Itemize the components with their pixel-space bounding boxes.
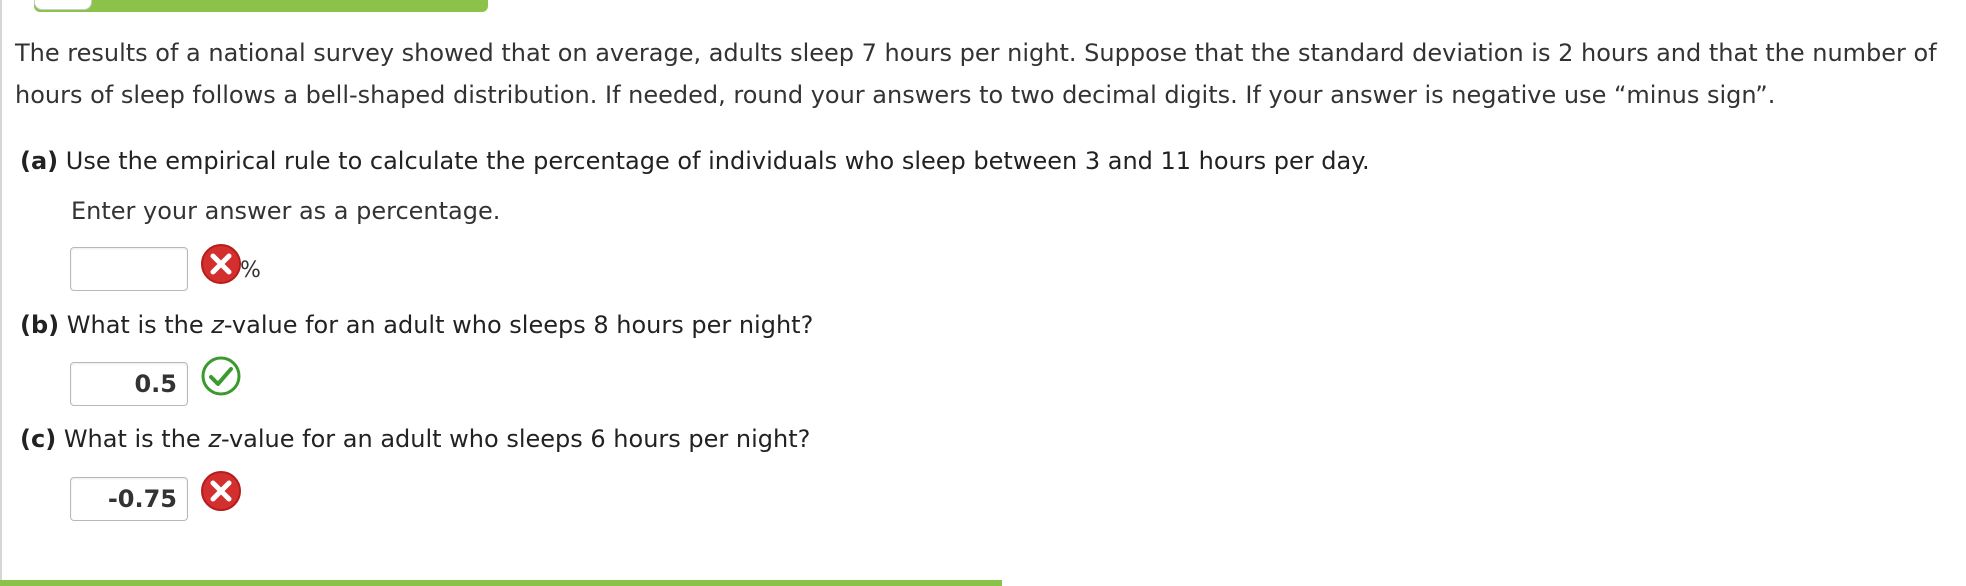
- top-progress-tab: [34, 0, 488, 12]
- question-a-text: Use the empirical rule to calculate the …: [65, 147, 1370, 175]
- x-circle-icon: [201, 471, 241, 511]
- question-b: (b) What is the z-value for an adult who…: [20, 310, 813, 340]
- check-circle-icon: [201, 356, 241, 396]
- problem-statement-line-2: hours of sleep follows a bell-shaped dis…: [15, 81, 1776, 109]
- question-c-text-post: -value for an adult who sleeps 6 hours p…: [220, 425, 811, 453]
- question-c-label: (c): [20, 425, 57, 453]
- question-c: (c) What is the z-value for an adult who…: [20, 424, 810, 454]
- question-b-label: (b): [20, 311, 60, 339]
- top-tab-knob: [34, 0, 92, 10]
- question-b-text-pre: What is the: [66, 311, 212, 339]
- question-a: (a) Use the empirical rule to calculate …: [20, 146, 1370, 176]
- x-circle-icon: [201, 244, 241, 284]
- question-a-label: (a): [20, 147, 59, 175]
- question-b-text-post: -value for an adult who sleeps 8 hours p…: [223, 311, 814, 339]
- problem-statement-line-1: The results of a national survey showed …: [15, 39, 1937, 67]
- panel-left-border: [0, 0, 2, 586]
- question-b-variable: z: [211, 311, 224, 339]
- question-a-note: Enter your answer as a percentage.: [71, 197, 501, 225]
- answer-c-input[interactable]: [70, 477, 188, 521]
- problem-statement: The results of a national survey showed …: [15, 32, 1960, 116]
- bottom-accent-bar: [0, 580, 1002, 586]
- question-c-text-pre: What is the: [63, 425, 209, 453]
- answer-b-input[interactable]: [70, 362, 188, 406]
- answer-a-unit: %: [240, 258, 261, 283]
- question-c-variable: z: [208, 425, 221, 453]
- answer-a-input[interactable]: [70, 247, 188, 291]
